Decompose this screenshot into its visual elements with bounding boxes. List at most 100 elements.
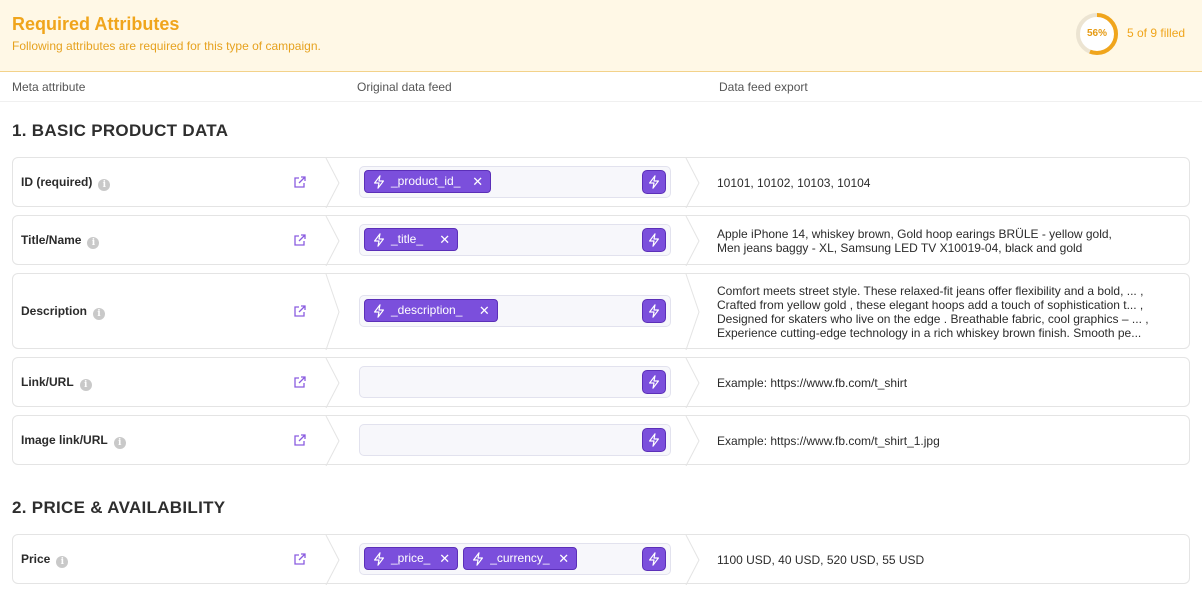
- external-link-icon[interactable]: [293, 552, 307, 566]
- feed-mapping-input[interactable]: _price_ ✕ _currency_ ✕: [359, 543, 671, 575]
- column-header-export: Data feed export: [719, 80, 808, 94]
- required-attributes-header: Required Attributes Following attributes…: [0, 0, 1202, 72]
- column-header-original: Original data feed: [357, 80, 452, 94]
- chevron-separator: [325, 157, 341, 209]
- progress-ring: 56%: [1075, 12, 1119, 56]
- lightning-bolt-icon: [472, 552, 484, 566]
- external-link-icon[interactable]: [293, 175, 307, 189]
- attribute-label: Title/Name i: [21, 233, 100, 249]
- divider: [0, 101, 1202, 102]
- export-line: Experience cutting-edge technology in a …: [717, 326, 1142, 340]
- lightning-bolt-button[interactable]: [642, 228, 666, 252]
- page-title: Required Attributes: [12, 14, 180, 34]
- attribute-label-text: ID (required): [21, 175, 93, 189]
- chevron-separator: [685, 357, 701, 409]
- lightning-bolt-button[interactable]: [642, 547, 666, 571]
- chevron-separator: [325, 273, 341, 351]
- lightning-bolt-button[interactable]: [642, 299, 666, 323]
- chevron-separator: [325, 534, 341, 586]
- export-line: 10101, 10102, 10103, 10104: [717, 176, 871, 190]
- export-preview: Comfort meets street style. These relaxe…: [717, 284, 1175, 340]
- lightning-bolt-button[interactable]: [642, 428, 666, 452]
- attribute-row: Price i _price_ ✕ _currency_ ✕ 1100 USD, 40 US…: [12, 534, 1190, 586]
- close-icon[interactable]: ✕: [558, 548, 569, 569]
- chevron-separator: [325, 415, 341, 467]
- lightning-bolt-icon: [373, 175, 385, 189]
- info-icon[interactable]: i: [113, 437, 126, 449]
- attribute-row: Link/URL i Example: https://www.fb.com/t_s…: [12, 357, 1190, 409]
- attribute-label-text: Image link/URL: [21, 433, 108, 447]
- info-icon[interactable]: i: [98, 179, 111, 191]
- chevron-separator: [685, 273, 701, 351]
- progress-count: 5 of 9 filled: [1127, 26, 1186, 40]
- external-link-icon[interactable]: [293, 233, 307, 247]
- attribute-label: Price i: [21, 552, 69, 568]
- feed-mapping-input[interactable]: _description_ ✕: [359, 295, 671, 327]
- attribute-label: Link/URL i: [21, 375, 92, 391]
- page-subtitle: Following attributes are required for th…: [12, 39, 321, 53]
- lightning-bolt-icon: [373, 304, 385, 318]
- export-line: Comfort meets street style. These relaxe…: [717, 284, 1144, 298]
- attribute-label: ID (required) i: [21, 175, 111, 191]
- feed-tag-label: _currency_: [490, 551, 550, 565]
- chevron-separator: [685, 157, 701, 209]
- feed-tag[interactable]: _description_ ✕: [364, 299, 498, 322]
- feed-mapping-input[interactable]: _product_id_ ✕: [359, 166, 671, 198]
- export-preview: Example: https://www.fb.com/t_shirt_1.jp…: [717, 434, 1175, 448]
- chevron-separator: [685, 534, 701, 586]
- export-line: 1100 USD, 40 USD, 520 USD, 55 USD: [717, 553, 925, 567]
- feed-tag[interactable]: _price_ ✕: [364, 547, 459, 570]
- export-preview: Apple iPhone 14, whiskey brown, Gold hoo…: [717, 227, 1175, 255]
- feed-tag-label: _description_: [391, 303, 463, 317]
- column-header-meta: Meta attribute: [12, 80, 86, 94]
- external-link-icon[interactable]: [293, 433, 307, 447]
- attribute-label-text: Title/Name: [21, 233, 82, 247]
- attribute-row: ID (required) i _product_id_ ✕ 10101, 10102,…: [12, 157, 1190, 209]
- chevron-separator: [685, 215, 701, 267]
- attribute-row: Title/Name i _title_ ✕ Apple iPhone 14, whis…: [12, 215, 1190, 267]
- feed-mapping-input[interactable]: [359, 366, 671, 398]
- export-preview: 10101, 10102, 10103, 10104: [717, 176, 1175, 190]
- export-preview: Example: https://www.fb.com/t_shirt: [717, 376, 1175, 390]
- export-line: Example: https://www.fb.com/t_shirt_1.jp…: [717, 434, 940, 448]
- feed-tag-label: _price_: [391, 551, 431, 565]
- attribute-label-text: Link/URL: [21, 375, 74, 389]
- attribute-row: Image link/URL i Example: https://www.fb.c…: [12, 415, 1190, 467]
- lightning-bolt-icon: [373, 552, 385, 566]
- info-icon[interactable]: i: [56, 556, 69, 568]
- section-title-price-availability: 2. PRICE & AVAILABILITY: [12, 498, 226, 517]
- close-icon[interactable]: ✕: [472, 171, 483, 192]
- export-preview: 1100 USD, 40 USD, 520 USD, 55 USD: [717, 553, 1175, 567]
- feed-tag[interactable]: _title_ ✕: [364, 228, 459, 251]
- info-icon[interactable]: i: [93, 308, 106, 320]
- feed-mapping-input[interactable]: _title_ ✕: [359, 224, 671, 256]
- attribute-row: Description i _description_ ✕ Comfort meets …: [12, 273, 1190, 351]
- close-icon[interactable]: ✕: [479, 300, 490, 321]
- export-line: Men jeans baggy - XL, Samsung LED TV X10…: [717, 241, 1083, 255]
- export-line: Crafted from yellow gold , these elegant…: [717, 298, 1144, 312]
- export-line: Apple iPhone 14, whiskey brown, Gold hoo…: [717, 227, 1112, 241]
- chevron-separator: [325, 357, 341, 409]
- feed-tag-label: _title_: [391, 232, 424, 246]
- section-title-basic-product-data: 1. BASIC PRODUCT DATA: [12, 121, 229, 140]
- feed-tag[interactable]: _currency_ ✕: [463, 547, 578, 570]
- external-link-icon[interactable]: [293, 304, 307, 318]
- attribute-label-text: Price: [21, 552, 51, 566]
- close-icon[interactable]: ✕: [439, 548, 450, 569]
- chevron-separator: [685, 415, 701, 467]
- attribute-label: Image link/URL i: [21, 433, 126, 449]
- export-line: Example: https://www.fb.com/t_shirt: [717, 376, 908, 390]
- close-icon[interactable]: ✕: [439, 229, 450, 250]
- feed-tag-label: _product_id_: [391, 174, 461, 188]
- info-icon[interactable]: i: [79, 379, 92, 391]
- external-link-icon[interactable]: [293, 375, 307, 389]
- attribute-label-text: Description: [21, 304, 88, 318]
- feed-mapping-input[interactable]: [359, 424, 671, 456]
- info-icon[interactable]: i: [87, 237, 100, 249]
- lightning-bolt-button[interactable]: [642, 370, 666, 394]
- progress-percent: 56%: [1086, 28, 1107, 39]
- feed-tag[interactable]: _product_id_ ✕: [364, 170, 492, 193]
- export-line: Designed for skaters who live on the edg…: [717, 312, 1149, 326]
- lightning-bolt-icon: [373, 233, 385, 247]
- lightning-bolt-button[interactable]: [642, 170, 666, 194]
